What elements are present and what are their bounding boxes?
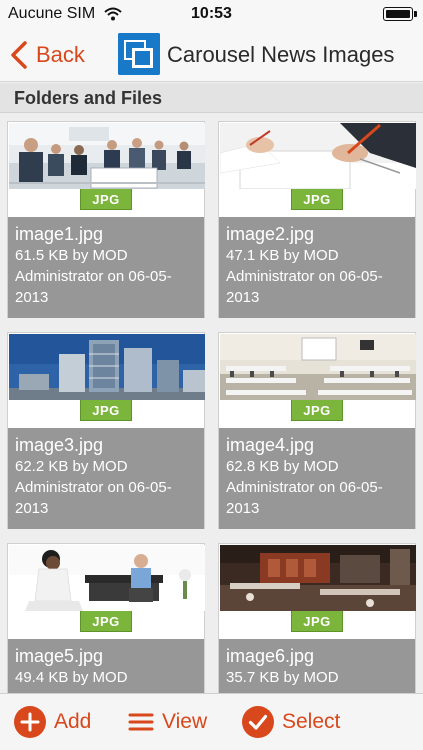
file-info: image6.jpg 35.7 KB by MOD xyxy=(219,639,415,693)
file-type-strip: JPG xyxy=(8,400,204,428)
plus-circle-icon xyxy=(14,706,46,738)
file-card-image4[interactable]: JPG image4.jpg 62.8 KB by MOD Administra… xyxy=(218,332,416,529)
picture-library-icon xyxy=(118,33,160,75)
file-info: image1.jpg 61.5 KB by MOD Administrator … xyxy=(8,217,204,318)
back-button[interactable]: Back xyxy=(10,38,85,72)
file-name: image3.jpg xyxy=(15,435,104,455)
file-card-image3[interactable]: JPG image3.jpg 62.2 KB by MOD Administra… xyxy=(7,332,205,529)
view-button-label: View xyxy=(162,710,208,733)
file-info: image5.jpg 49.4 KB by MOD xyxy=(8,639,204,693)
file-card-image2[interactable]: JPG image2.jpg 47.1 KB by MOD Administra… xyxy=(218,121,416,318)
file-type-strip: JPG xyxy=(219,611,415,639)
jpg-badge: JPG xyxy=(291,611,343,632)
file-meta: 62.8 KB by MOD Administrator on 06-05-20… xyxy=(226,458,383,517)
jpg-badge: JPG xyxy=(291,400,343,421)
add-button[interactable]: Add xyxy=(14,706,91,738)
file-info: image3.jpg 62.2 KB by MOD Administrator … xyxy=(8,428,204,529)
clock: 10:53 xyxy=(191,5,232,22)
checkmark-circle-icon xyxy=(242,706,274,738)
file-meta: 35.7 KB by MOD xyxy=(226,669,339,686)
jpg-badge: JPG xyxy=(80,189,132,210)
file-info: image2.jpg 47.1 KB by MOD Administrator … xyxy=(219,217,415,318)
select-button-label: Select xyxy=(282,710,341,733)
file-grid: JPG image1.jpg 61.5 KB by MOD Administra… xyxy=(0,113,423,693)
section-header: Folders and Files xyxy=(0,83,423,113)
file-type-strip: JPG xyxy=(8,611,204,639)
image-thumbnail xyxy=(220,123,416,189)
file-type-strip: JPG xyxy=(219,400,415,428)
jpg-badge: JPG xyxy=(291,189,343,210)
file-type-strip: JPG xyxy=(8,189,204,217)
chevron-left-icon xyxy=(11,41,27,69)
file-name: image6.jpg xyxy=(226,646,315,666)
file-meta: 49.4 KB by MOD xyxy=(15,669,128,686)
image-thumbnail xyxy=(9,123,205,189)
file-name: image5.jpg xyxy=(15,646,104,666)
list-menu-icon xyxy=(128,713,154,731)
file-meta: 47.1 KB by MOD Administrator on 06-05-20… xyxy=(226,247,383,306)
bottom-toolbar: Add View Select xyxy=(0,693,423,750)
navigation-bar: Back Carousel News Images xyxy=(0,28,423,82)
file-name: image1.jpg xyxy=(15,224,104,244)
file-card-image5[interactable]: JPG image5.jpg 49.4 KB by MOD xyxy=(7,543,205,693)
file-card-image6[interactable]: JPG image6.jpg 35.7 KB by MOD xyxy=(218,543,416,693)
file-name: image2.jpg xyxy=(226,224,315,244)
image-thumbnail xyxy=(9,334,205,400)
file-info: image4.jpg 62.8 KB by MOD Administrator … xyxy=(219,428,415,529)
add-button-label: Add xyxy=(54,710,92,733)
image-thumbnail xyxy=(9,545,205,611)
back-button-label: Back xyxy=(36,42,85,67)
file-type-strip: JPG xyxy=(219,189,415,217)
jpg-badge: JPG xyxy=(80,611,132,632)
jpg-badge: JPG xyxy=(80,400,132,421)
image-thumbnail xyxy=(220,334,416,400)
select-button[interactable]: Select xyxy=(242,706,340,738)
section-title: Folders and Files xyxy=(14,88,163,108)
battery-icon xyxy=(383,7,417,21)
file-name: image4.jpg xyxy=(226,435,315,455)
status-bar: Aucune SIM 10:53 xyxy=(0,0,423,28)
file-card-image1[interactable]: JPG image1.jpg 61.5 KB by MOD Administra… xyxy=(7,121,205,318)
view-button[interactable]: View xyxy=(128,706,207,738)
file-meta: 62.2 KB by MOD Administrator on 06-05-20… xyxy=(15,458,172,517)
image-thumbnail xyxy=(220,545,416,611)
file-meta: 61.5 KB by MOD Administrator on 06-05-20… xyxy=(15,247,172,306)
page-title: Carousel News Images xyxy=(167,42,395,67)
